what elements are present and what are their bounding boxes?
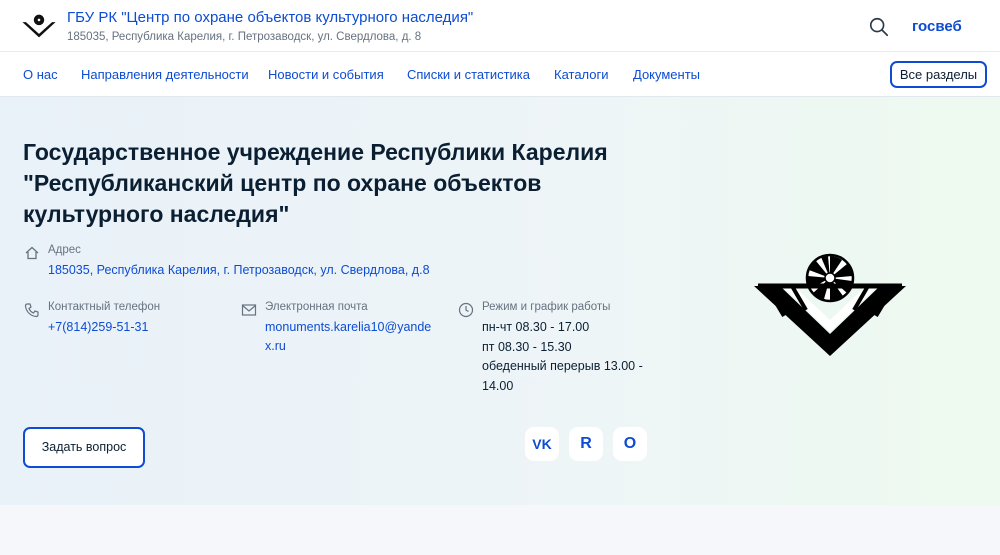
- nav-item-activities[interactable]: Направления деятельности: [81, 67, 249, 82]
- vk-glyph: VK: [532, 436, 552, 452]
- rutube-glyph: R: [580, 435, 592, 452]
- mail-icon: [241, 304, 257, 316]
- phone-label: Контактный телефон: [48, 301, 161, 313]
- organization-address: 185035, Республика Карелия, г. Петрозаво…: [67, 31, 422, 43]
- emblem-logo-icon: [754, 253, 906, 356]
- address-value: 185035, Республика Карелия, г. Петрозаво…: [48, 263, 430, 277]
- organization-title[interactable]: ГБУ РК "Центр по охране объектов культур…: [67, 9, 473, 26]
- phone-link[interactable]: +7(814)259-51-31: [48, 318, 148, 337]
- schedule-label: Режим и график работы: [482, 301, 611, 313]
- address-label: Адрес: [48, 244, 81, 256]
- ok-glyph: O: [623, 435, 637, 452]
- all-sections-button[interactable]: Все разделы: [890, 61, 987, 88]
- nav-item-documents[interactable]: Документы: [633, 67, 700, 82]
- main-nav: О нас Направления деятельности Новости и…: [0, 52, 1000, 97]
- rutube-icon[interactable]: R: [569, 427, 603, 461]
- schedule-line-4: 14.00: [482, 378, 514, 393]
- home-icon: [25, 246, 39, 260]
- email-link-line2[interactable]: x.ru: [265, 337, 286, 356]
- hero-section: Государственное учреждение Республики Ка…: [0, 97, 1000, 505]
- site-header: ГБУ РК "Центр по охране объектов культур…: [0, 0, 1000, 52]
- page-title: Государственное учреждение Республики Ка…: [23, 139, 608, 227]
- email-link-line1[interactable]: monuments.karelia10@yande: [265, 318, 431, 337]
- vk-icon[interactable]: VK: [525, 427, 559, 461]
- phone-icon: [24, 303, 39, 318]
- nav-item-lists[interactable]: Списки и статистика: [407, 67, 530, 82]
- ok-icon[interactable]: O: [613, 427, 647, 461]
- page-bottom-area: [0, 505, 1000, 555]
- nav-item-catalogs[interactable]: Каталоги: [554, 67, 609, 82]
- nav-item-news[interactable]: Новости и события: [268, 67, 384, 82]
- nav-item-about[interactable]: О нас: [23, 67, 58, 82]
- organization-logo-icon[interactable]: [22, 14, 56, 38]
- search-icon[interactable]: [868, 16, 890, 38]
- ask-question-button[interactable]: Задать вопрос: [23, 427, 145, 468]
- clock-icon: [458, 302, 474, 318]
- email-label: Электронная почта: [265, 301, 368, 313]
- schedule-line-3: обеденный перерыв 13.00 -: [482, 359, 643, 373]
- schedule-line-1: пн-чт 08.30 - 17.00: [482, 320, 590, 334]
- gosweb-link[interactable]: госвеб: [912, 18, 962, 35]
- schedule-line-2: пт 08.30 - 15.30: [482, 339, 572, 354]
